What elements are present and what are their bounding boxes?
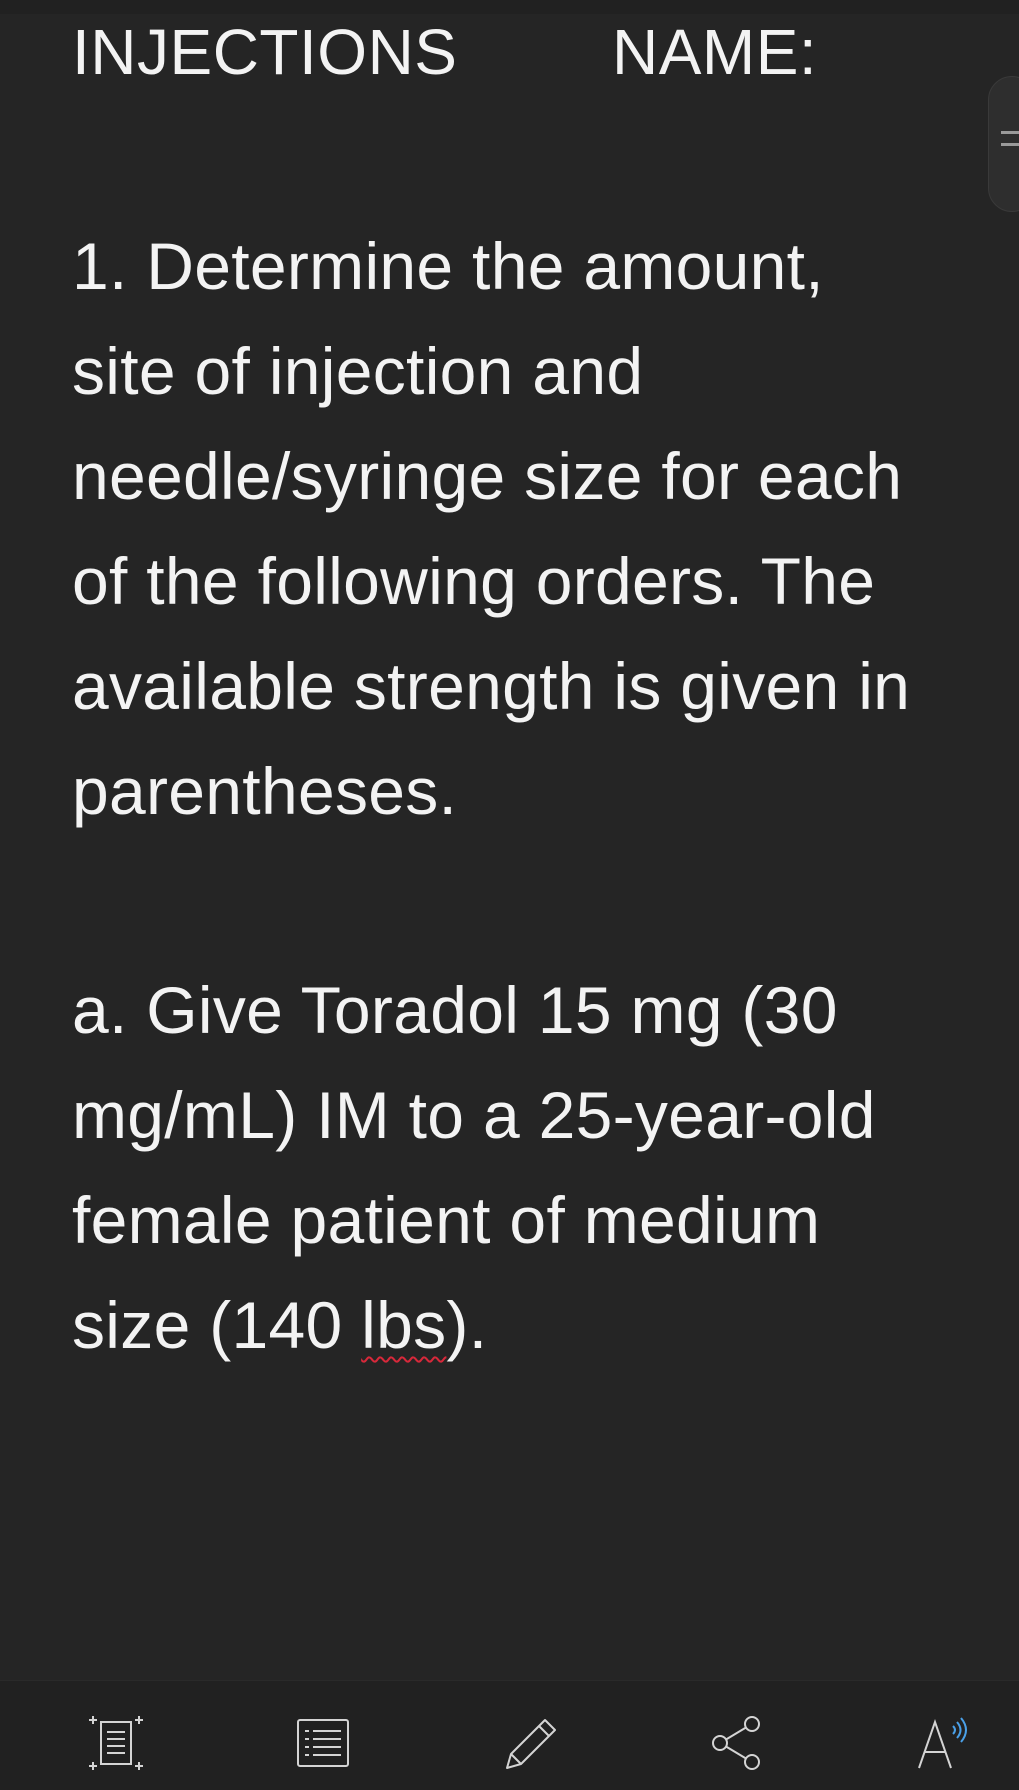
view-mode-button[interactable]: [285, 1705, 361, 1781]
line-text: ).: [446, 1288, 488, 1362]
item-a-paragraph: a. Give Toradol 15 mg (30 mg/mL) IM to a…: [72, 958, 972, 1378]
paragraph-line: parentheses.: [72, 754, 458, 828]
share-icon: [706, 1712, 768, 1774]
line-text: size (140: [72, 1288, 362, 1362]
paragraph-line: mg/mL) IM to a 25-year-old: [72, 1078, 876, 1152]
paragraph-line: 1. Determine the amount,: [72, 229, 824, 303]
read-aloud-icon: [913, 1712, 975, 1774]
question-paragraph: 1. Determine the amount, site of injecti…: [72, 214, 972, 844]
share-button[interactable]: [699, 1705, 775, 1781]
paragraph-line: of the following orders. The: [72, 544, 876, 618]
page-fit-button[interactable]: [78, 1705, 154, 1781]
bottom-toolbar: [0, 1680, 1019, 1790]
page-fit-icon: [85, 1712, 147, 1774]
spelling-error-word[interactable]: lbs: [361, 1288, 446, 1362]
edit-button[interactable]: [492, 1705, 568, 1781]
paragraph-line: available strength is given in: [72, 649, 911, 723]
paragraph-line: needle/syringe size for each: [72, 439, 903, 513]
document-title: INJECTIONS: [72, 16, 458, 88]
paragraph-line: female patient of medium: [72, 1183, 821, 1257]
document-title-row: INJECTIONS NAME:: [72, 12, 972, 92]
view-list-icon: [292, 1712, 354, 1774]
paragraph-line-last: size (140 lbs).: [72, 1273, 972, 1378]
read-aloud-button[interactable]: [906, 1705, 982, 1781]
name-label: NAME:: [612, 16, 818, 88]
handle-line: [1001, 143, 1019, 146]
side-panel-handle[interactable]: [988, 76, 1019, 212]
pencil-icon: [499, 1712, 561, 1774]
paragraph-line: a. Give Toradol 15 mg (30: [72, 973, 838, 1047]
paragraph-line: site of injection and: [72, 334, 644, 408]
document-canvas[interactable]: INJECTIONS NAME: 1. Determine the amount…: [0, 0, 1019, 1680]
handle-line: [1001, 131, 1019, 134]
